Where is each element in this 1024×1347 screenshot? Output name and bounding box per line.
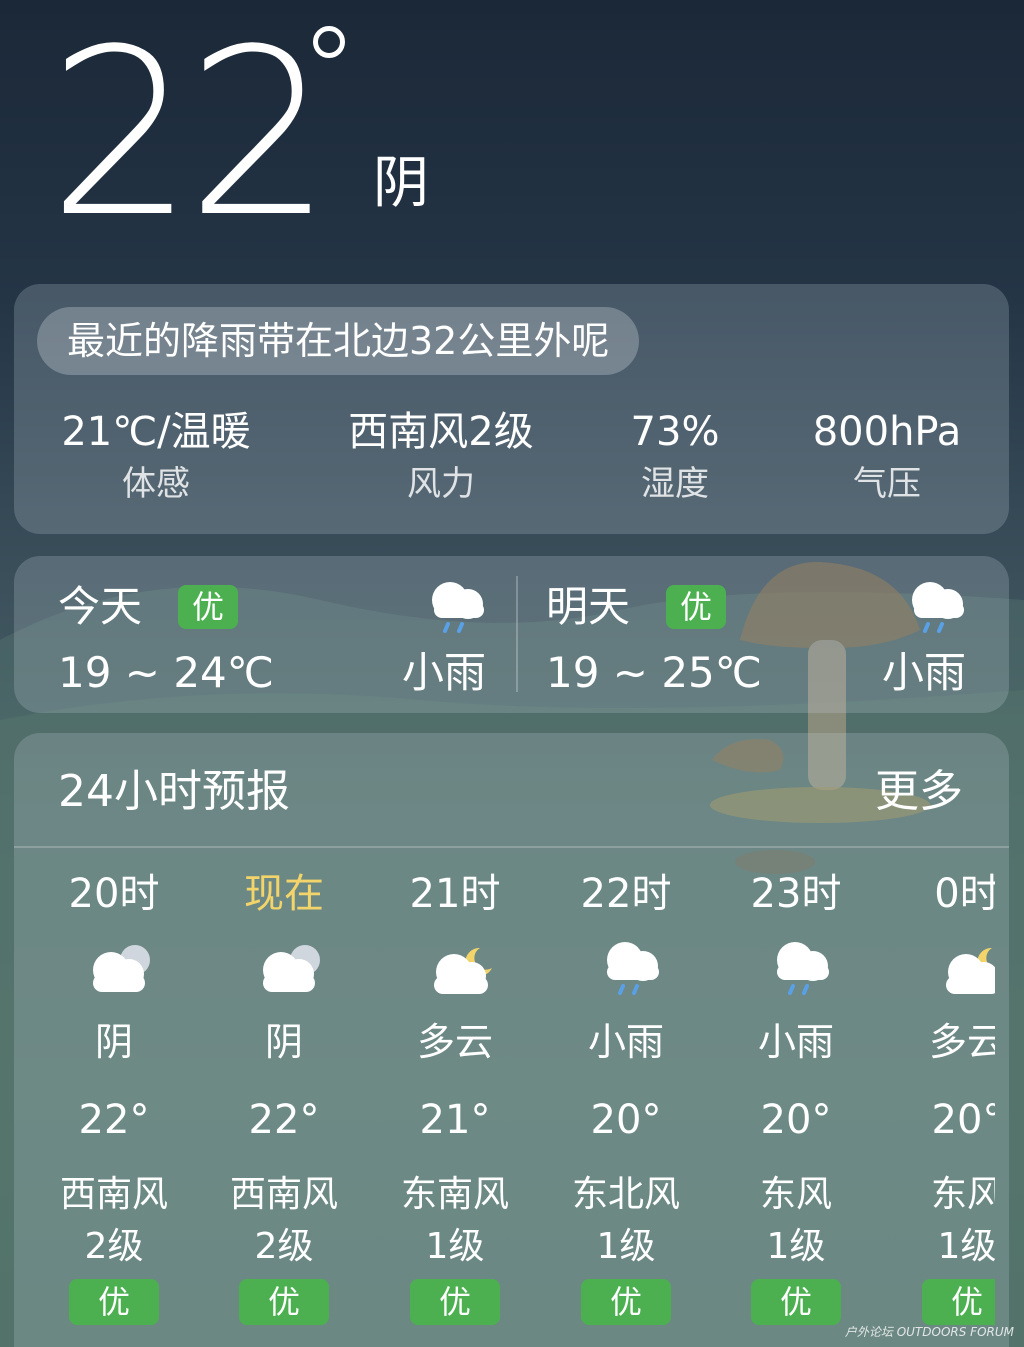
hour-time: 0时 [934, 871, 995, 917]
current-condition: 阴 [373, 151, 429, 216]
stat-value: 西南风2级 [348, 409, 534, 455]
hour-temp: 20° [760, 1097, 832, 1143]
stat-value: 21℃/温暖 [61, 409, 251, 455]
hour-condition: 小雨 [757, 1020, 834, 1064]
hour-time: 23时 [750, 871, 842, 917]
hour-wind: 东南风 [400, 1174, 509, 1215]
hour-time: 20时 [68, 871, 160, 917]
temp-range: 19 ~ 24℃ [58, 648, 274, 697]
hour-condition: 阴 [94, 1020, 133, 1064]
hour-time: 21时 [409, 871, 501, 917]
temp-range: 19 ~ 25℃ [546, 648, 762, 697]
rain-cloud-icon [763, 936, 843, 1006]
hourly-forecast-card: 24小时预报 更多 20时 阴 22° 西南风 2级 优 现在 阴 22° 西南… [14, 733, 1009, 1347]
day-condition: 小雨 [401, 648, 486, 697]
day-condition: 小雨 [881, 648, 966, 697]
hour-wind-level: 1级 [596, 1226, 656, 1267]
rain-cloud-icon [904, 574, 974, 642]
partly-cloudy-night-icon [934, 936, 995, 1006]
day-name: 今天 [58, 582, 143, 631]
hour-wind-level: 1级 [766, 1226, 826, 1267]
stat-feels-like: 21℃/温暖 体感 [36, 404, 276, 508]
weather-details-card[interactable]: 最近的降雨带在北边32公里外呢 21℃/温暖 体感 西南风2级 风力 73% 湿… [14, 284, 1009, 534]
day-tomorrow[interactable]: 明天 优 19 ~ 25℃ 小雨 [502, 556, 972, 713]
stat-wind: 西南风2级 风力 [321, 404, 561, 508]
stat-value: 800hPa [812, 409, 962, 455]
overcast-icon [81, 936, 161, 1006]
aqi-badge: 优 [239, 1279, 329, 1325]
forecast-title: 24小时预报 [58, 766, 290, 817]
aqi-badge: 优 [922, 1279, 995, 1325]
hour-condition: 小雨 [587, 1020, 664, 1064]
rain-cloud-icon [424, 574, 494, 642]
hour-time: 22时 [580, 871, 672, 917]
hour-condition: 多云 [416, 1020, 493, 1064]
overcast-icon [251, 936, 331, 1006]
partly-cloudy-night-icon [422, 936, 502, 1006]
more-link[interactable]: 更多 [875, 763, 963, 821]
daily-summary-card[interactable]: 今天 优 19 ~ 24℃ 小雨 明天 优 19 ~ 25℃ 小雨 [14, 556, 1009, 713]
stat-humidity: 73% 湿度 [555, 404, 795, 508]
aqi-badge: 优 [581, 1279, 671, 1325]
stat-label: 风力 [407, 464, 475, 504]
aqi-badge: 优 [751, 1279, 841, 1325]
hour-condition: 阴 [264, 1020, 303, 1064]
current-temperature: 22 [48, 1, 333, 268]
day-today[interactable]: 今天 优 19 ~ 24℃ 小雨 [14, 556, 486, 713]
hour-wind: 东风 [759, 1174, 832, 1215]
hour-temp: 22° [78, 1097, 150, 1143]
hour-wind: 西南风 [229, 1174, 338, 1215]
rain-cloud-icon [593, 936, 673, 1006]
hour-temp: 22° [248, 1097, 320, 1143]
hour-wind: 东北风 [571, 1174, 680, 1215]
aqi-badge: 优 [666, 585, 727, 629]
forum-watermark: 户外论坛 OUTDOORS FORUM [844, 1325, 1014, 1339]
stat-label: 湿度 [641, 464, 709, 504]
stat-pressure: 800hPa 气压 [767, 404, 1007, 508]
rain-alert-pill[interactable]: 最近的降雨带在北边32公里外呢 [37, 307, 640, 375]
aqi-badge: 优 [69, 1279, 159, 1325]
hour-time: 现在 [244, 871, 324, 917]
stat-label: 体感 [122, 464, 190, 504]
hour-wind-level: 1级 [425, 1226, 485, 1267]
degree-symbol-icon [313, 26, 345, 58]
hour-wind-level: 2级 [84, 1226, 144, 1267]
hourly-scroll-list[interactable]: 20时 阴 22° 西南风 2级 优 现在 阴 22° 西南风 2级 优 21时… [14, 848, 995, 1347]
hour-wind-level: 2级 [254, 1226, 314, 1267]
hour-temp: 20° [590, 1097, 662, 1143]
hour-condition: 多云 [928, 1020, 995, 1064]
aqi-badge: 优 [178, 585, 239, 629]
hour-wind-level: 1级 [937, 1226, 995, 1267]
hour-wind: 西南风 [59, 1174, 168, 1215]
hour-wind: 东风 [930, 1174, 995, 1215]
hour-temp: 21° [419, 1097, 491, 1143]
stat-value: 73% [630, 409, 720, 455]
day-name: 明天 [546, 582, 631, 631]
aqi-badge: 优 [410, 1279, 500, 1325]
hour-temp: 20° [931, 1097, 995, 1143]
stat-label: 气压 [853, 464, 921, 504]
